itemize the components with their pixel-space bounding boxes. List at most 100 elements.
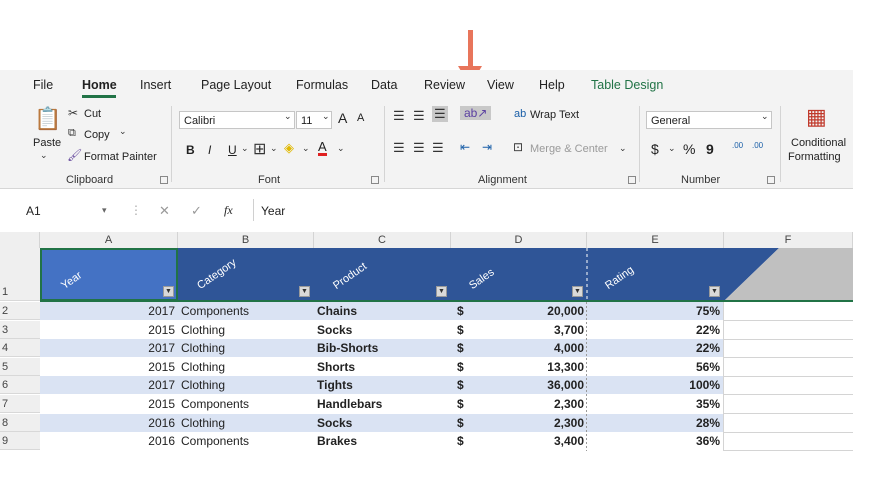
borders-icon[interactable]: ⊞ [253, 139, 266, 159]
copy-icon[interactable]: ⧉ [68, 127, 76, 140]
merge-center-button[interactable]: Merge & Center [530, 143, 608, 155]
cell-year[interactable]: 2016 [40, 414, 175, 432]
shrink-font-icon[interactable]: A [357, 112, 364, 124]
borders-dropdown-icon[interactable]: ⌄ [270, 143, 278, 154]
cell-year[interactable]: 2015 [40, 395, 175, 413]
row-header[interactable]: 9 [0, 432, 40, 451]
orientation-icon[interactable]: ab↗ [460, 106, 492, 120]
row-header[interactable]: 4 [0, 339, 40, 358]
align-right-icon[interactable]: ☰ [432, 140, 444, 156]
underline-dropdown-icon[interactable]: ⌄ [241, 143, 249, 154]
italic-button[interactable]: I [208, 143, 211, 157]
font-size-dropdown-icon[interactable]: ⌄ [322, 111, 330, 122]
cut-icon[interactable]: ✂ [68, 106, 78, 120]
filter-dropdown-product[interactable]: ▼ [436, 286, 447, 297]
tab-table-design[interactable]: Table Design [591, 78, 663, 92]
number-format-select[interactable]: General [646, 111, 772, 129]
tab-file[interactable]: File [33, 78, 53, 92]
fill-color-dropdown-icon[interactable]: ⌄ [302, 143, 310, 154]
cell-sales[interactable]: 13,300 [480, 358, 584, 376]
cell-product[interactable]: Socks [317, 414, 447, 432]
tab-page-layout[interactable]: Page Layout [201, 78, 271, 92]
number-format-dropdown-icon[interactable]: ⌄ [761, 111, 769, 122]
cell-sales[interactable]: 20,000 [480, 302, 584, 320]
header-cell-category[interactable] [178, 248, 314, 301]
tab-view[interactable]: View [487, 78, 514, 92]
cell-currency[interactable]: $ [457, 358, 472, 376]
cell-rating[interactable]: 75% [588, 302, 720, 320]
cell-category[interactable]: Components [181, 302, 311, 320]
cell-rating[interactable]: 36% [588, 432, 720, 450]
cell-product[interactable]: Bib-Shorts [317, 339, 447, 357]
cell-sales[interactable]: 3,700 [480, 321, 584, 339]
bold-button[interactable]: B [186, 143, 195, 157]
tab-review[interactable]: Review [424, 78, 465, 92]
cell-sales[interactable]: 2,300 [480, 395, 584, 413]
cell-product[interactable]: Tights [317, 376, 447, 394]
cell-product[interactable]: Handlebars [317, 395, 447, 413]
tab-data[interactable]: Data [371, 78, 397, 92]
row-header[interactable]: 2 [0, 302, 40, 320]
cell-rating[interactable]: 56% [588, 358, 720, 376]
cell-year[interactable]: 2017 [40, 376, 175, 394]
wrap-text-icon[interactable]: ab [514, 108, 526, 120]
middle-align-icon[interactable]: ☰ [413, 108, 425, 124]
cell-sales[interactable]: 3,400 [480, 432, 584, 450]
comma-button[interactable]: 9 [706, 141, 714, 157]
conditional-formatting-button[interactable]: Conditional [791, 137, 846, 149]
cell-category[interactable]: Clothing [181, 376, 311, 394]
row-header-1[interactable]: 1 [0, 248, 40, 301]
cell-product[interactable]: Socks [317, 321, 447, 339]
decrease-decimal-button[interactable]: .00 [752, 141, 763, 150]
cell-sales[interactable]: 36,000 [480, 376, 584, 394]
cell-category[interactable]: Components [181, 432, 311, 450]
decrease-indent-icon[interactable]: ⇤ [460, 140, 470, 154]
column-header-a[interactable]: A [40, 232, 178, 248]
cell-currency[interactable]: $ [457, 432, 472, 450]
cell-currency[interactable]: $ [457, 321, 472, 339]
cell-currency[interactable]: $ [457, 395, 472, 413]
conditional-formatting-label-2[interactable]: Formatting [788, 151, 841, 163]
cell-year[interactable]: 2015 [40, 358, 175, 376]
column-header-c[interactable]: C [314, 232, 451, 248]
cell-year[interactable]: 2016 [40, 432, 175, 450]
header-cell-year[interactable] [40, 248, 178, 301]
enter-icon[interactable]: ✓ [191, 203, 202, 219]
row-header[interactable]: 7 [0, 395, 40, 413]
cell-product[interactable]: Shorts [317, 358, 447, 376]
cell-currency[interactable]: $ [457, 302, 472, 320]
cell-currency[interactable]: $ [457, 376, 472, 394]
currency-dropdown-icon[interactable]: ⌄ [668, 143, 676, 154]
tab-home[interactable]: Home [82, 78, 117, 92]
cell-currency[interactable]: $ [457, 414, 472, 432]
grow-font-icon[interactable]: A [338, 110, 347, 126]
font-launcher-icon[interactable] [371, 176, 379, 184]
copy-dropdown-icon[interactable]: ⌄ [119, 126, 127, 137]
increase-indent-icon[interactable]: ⇥ [482, 140, 492, 154]
top-align-icon[interactable]: ☰ [393, 108, 405, 124]
cell-category[interactable]: Clothing [181, 414, 311, 432]
alignment-launcher-icon[interactable] [628, 176, 636, 184]
cell-rating[interactable]: 100% [588, 376, 720, 394]
filter-dropdown-category[interactable]: ▼ [299, 286, 310, 297]
underline-button[interactable]: U [228, 143, 237, 157]
cell-rating[interactable]: 28% [588, 414, 720, 432]
cell-currency[interactable]: $ [457, 339, 472, 357]
cell-product[interactable]: Brakes [317, 432, 447, 450]
wrap-text-button[interactable]: Wrap Text [530, 109, 579, 121]
cell-year[interactable]: 2015 [40, 321, 175, 339]
paste-icon[interactable]: 📋 [34, 106, 61, 132]
cell-category[interactable]: Clothing [181, 358, 311, 376]
merge-center-icon[interactable]: ⊡ [513, 140, 523, 154]
cut-button[interactable]: Cut [84, 108, 101, 120]
cell-category[interactable]: Components [181, 395, 311, 413]
format-painter-icon[interactable]: 🖌 [67, 148, 82, 162]
conditional-formatting-icon[interactable]: ▦ [806, 104, 827, 130]
select-all-corner[interactable] [0, 232, 40, 248]
currency-button[interactable]: $ [651, 141, 659, 157]
font-color-dropdown-icon[interactable]: ⌄ [337, 143, 345, 154]
row-header[interactable]: 8 [0, 413, 40, 432]
font-name-dropdown-icon[interactable]: ⌄ [284, 111, 292, 122]
tab-help[interactable]: Help [539, 78, 565, 92]
formula-input[interactable]: Year [261, 204, 285, 218]
